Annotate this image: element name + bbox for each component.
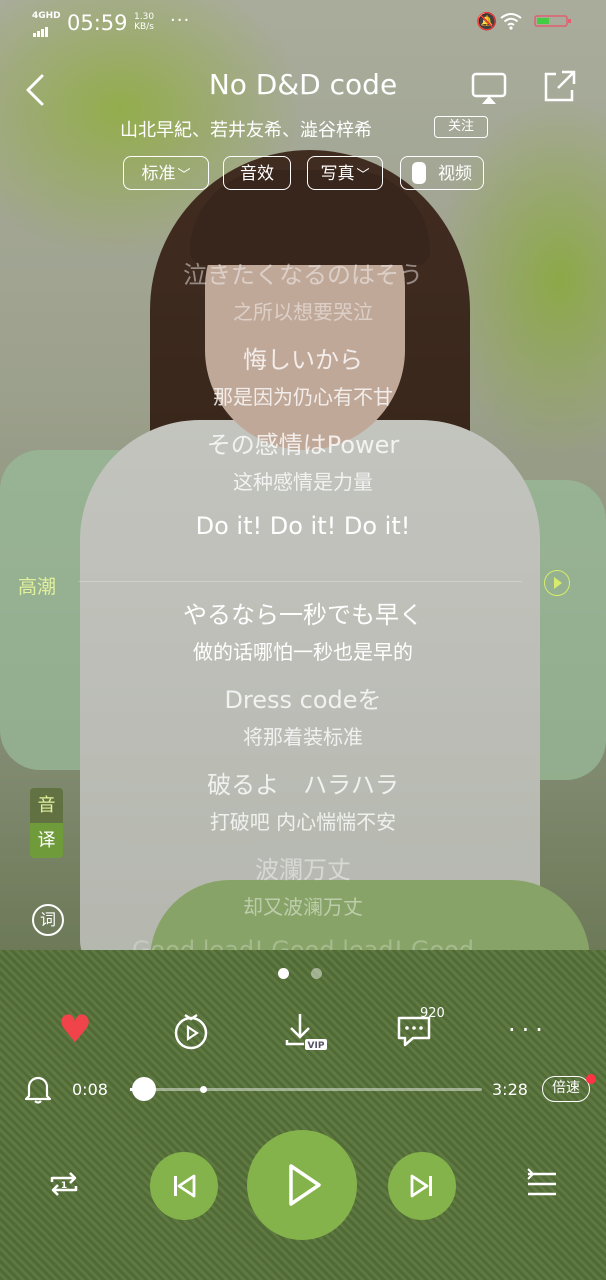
more-button[interactable]: ··· — [508, 1016, 549, 1044]
cast-button[interactable] — [470, 70, 508, 108]
lyric-line: Do it! Do it! Do it! — [0, 512, 606, 540]
svg-text:1: 1 — [61, 1181, 67, 1191]
status-bar: 4GHD 05:59 1.30 KB/s ··· 🔕 — [0, 0, 606, 48]
next-icon — [410, 1174, 432, 1198]
cast-icon — [471, 72, 507, 104]
video-label: 视频 — [438, 164, 472, 184]
lyric-translation: 将那着装标准 — [243, 725, 363, 749]
transliteration-toggle[interactable]: 音 译 — [30, 788, 63, 858]
lyric-line: 悔しいから 那是因为仍心有不甘 — [0, 340, 606, 410]
lyric-translation: 那是因为仍心有不甘 — [213, 385, 393, 409]
lyric-translation: 打破吧 内心惴惴不安 — [209, 810, 397, 834]
like-button[interactable]: ♥ — [58, 1010, 92, 1048]
mv-button[interactable] — [172, 1012, 210, 1050]
network-type: 4GHD — [32, 11, 61, 21]
effects-button[interactable]: 音效 — [223, 156, 291, 190]
lyric-settings-button[interactable]: 词 — [32, 904, 64, 936]
back-icon — [26, 74, 44, 106]
lyric-line: その感情はPower 这种感情是力量 — [0, 425, 606, 495]
page-indicator — [278, 964, 344, 983]
tv-icon — [174, 1013, 208, 1050]
lyric-original: 悔しいから — [243, 346, 363, 374]
quality-dropdown[interactable]: 标准 ﹀ — [123, 156, 209, 190]
lyric-original: 泣きたくなるのはそう — [183, 261, 423, 289]
toggle-switch-icon — [412, 161, 426, 184]
portrait-label: 写真 — [320, 164, 355, 184]
lyric-original: Dress codeを — [224, 686, 382, 714]
ringtone-button[interactable] — [24, 1074, 52, 1104]
video-toggle[interactable]: 视频 — [400, 156, 484, 190]
total-time: 3:28 — [492, 1080, 528, 1099]
chevron-down-icon: ﹀ — [356, 168, 370, 183]
lyric-line: Dress codeを 将那着装标准 — [0, 680, 606, 750]
play-icon — [289, 1164, 321, 1206]
option-bar: 标准 ﹀ 音效 写真 ﹀ 视频 — [0, 156, 606, 194]
yin-option[interactable]: 音 — [30, 788, 63, 823]
chevron-down-icon: ﹀ — [177, 168, 191, 183]
portrait-dropdown[interactable]: 写真 ﹀ — [307, 156, 383, 190]
more-icon: ··· — [508, 1016, 549, 1044]
comment-count: 920 — [420, 1006, 445, 1021]
svg-text:VIP: VIP — [308, 1041, 325, 1051]
lyric-line: 波瀾万丈 却又波澜万丈 — [0, 850, 606, 920]
repeat-button[interactable]: 1 — [46, 1166, 82, 1202]
lyric-line: Good lead! Good lead! Good — [0, 936, 606, 950]
next-button[interactable] — [388, 1152, 456, 1220]
song-title: No D&D code — [208, 68, 398, 101]
playlist-icon — [527, 1168, 556, 1196]
lyric-translation: 却又波澜万丈 — [243, 895, 363, 919]
lyric-original: やるなら一秒でも早く — [183, 601, 423, 629]
lyric-line: やるなら一秒でも早く 做的话哪怕一秒也是早的 — [0, 595, 606, 665]
lyric-original: Do it! Do it! Do it! — [195, 512, 411, 540]
back-button[interactable] — [20, 70, 60, 110]
artist-names[interactable]: 山北早紀、若井友希、澁谷梓希 — [120, 116, 372, 142]
download-button[interactable]: VIP — [284, 1012, 330, 1052]
progress-knob[interactable] — [132, 1077, 156, 1101]
net-speed-unit: KB/s — [134, 22, 154, 32]
quality-label: 标准 — [141, 164, 176, 184]
lyric-translation: 之所以想要哭泣 — [233, 300, 373, 324]
battery-icon — [534, 14, 574, 28]
lyric-original: 破るよ ハラハラ — [207, 771, 399, 799]
lyric-line: 破るよ ハラハラ 打破吧 内心惴惴不安 — [0, 765, 606, 835]
lyric-original: Good lead! Good lead! Good — [131, 936, 475, 950]
repeat-icon: 1 — [50, 1172, 78, 1196]
net-speed: 1.30 KB/s — [134, 12, 154, 32]
follow-button[interactable]: 关注 — [434, 116, 488, 138]
status-more: ··· — [170, 10, 191, 31]
mute-icon: 🔕 — [476, 12, 498, 32]
lyric-translation: 做的话哪怕一秒也是早的 — [193, 640, 413, 664]
lyric-original: その感情はPower — [206, 431, 400, 459]
lyric-line: 泣きたくなるのはそう 之所以想要哭泣 — [0, 255, 606, 325]
lyric-translation: 这种感情是力量 — [233, 470, 373, 494]
bell-icon — [24, 1076, 52, 1104]
lyric-original: 波瀾万丈 — [255, 856, 351, 884]
page-dot — [311, 968, 322, 979]
yi-option[interactable]: 译 — [30, 823, 63, 858]
page-dot-active — [278, 968, 289, 979]
notification-dot — [586, 1074, 596, 1084]
prev-icon — [174, 1174, 196, 1198]
playlist-button[interactable] — [526, 1168, 558, 1200]
progress-track[interactable] — [130, 1088, 482, 1091]
status-time: 05:59 — [67, 11, 128, 35]
signal-icon — [33, 22, 49, 37]
effects-label: 音效 — [240, 164, 274, 184]
climax-play-button[interactable] — [544, 570, 570, 596]
share-button[interactable] — [540, 68, 578, 106]
wifi-icon — [500, 12, 522, 30]
current-time: 0:08 — [72, 1080, 108, 1099]
download-icon: VIP — [285, 1014, 327, 1051]
climax-marker — [200, 1086, 207, 1093]
play-button[interactable] — [247, 1130, 357, 1240]
share-icon — [544, 70, 576, 102]
heart-icon: ♥ — [58, 1007, 93, 1051]
climax-divider — [78, 581, 522, 582]
playback-speed-button[interactable]: 倍速 — [542, 1076, 590, 1102]
previous-button[interactable] — [150, 1152, 218, 1220]
climax-label[interactable]: 高潮 — [18, 572, 56, 599]
net-speed-value: 1.30 — [134, 12, 155, 22]
